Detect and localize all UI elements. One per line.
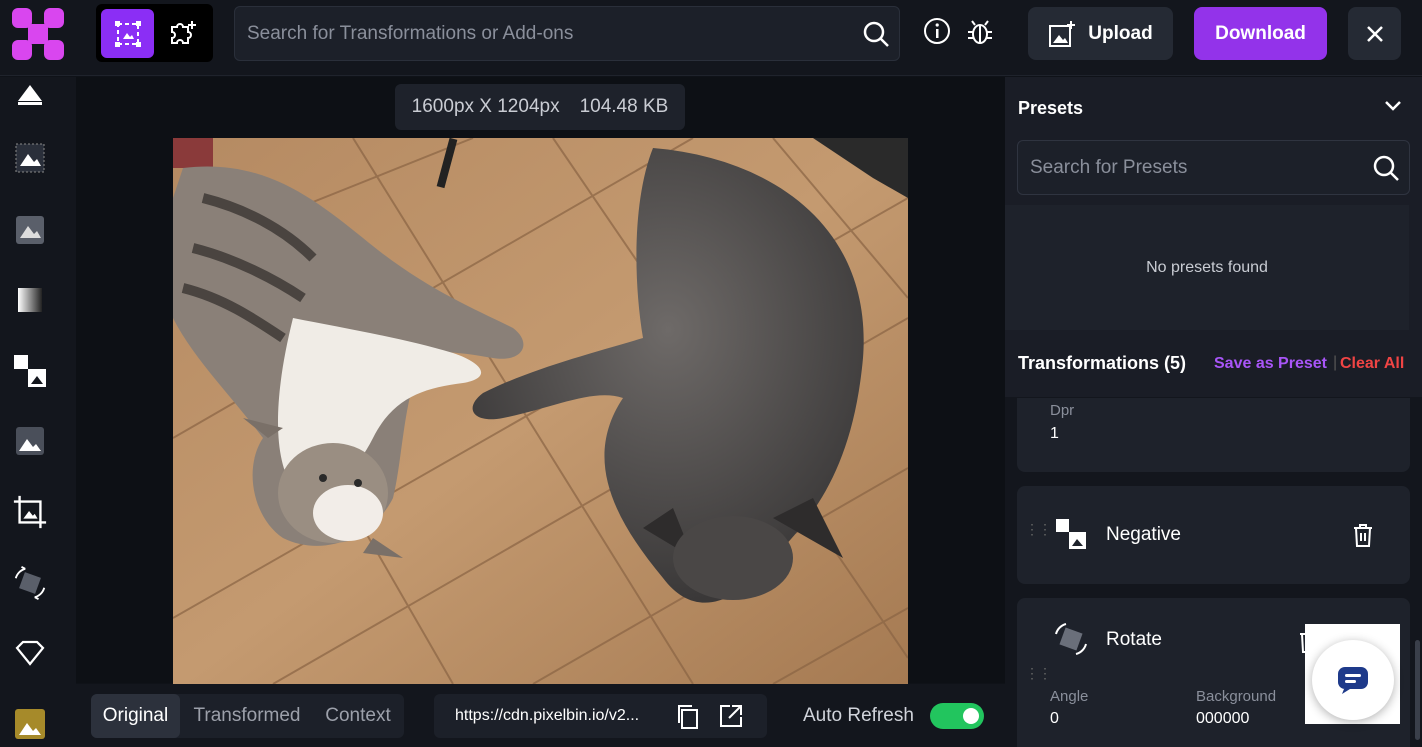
tool-blur[interactable] bbox=[12, 212, 48, 248]
save-as-preset-link[interactable]: Save as Preset bbox=[1214, 355, 1327, 373]
param-value: 1 bbox=[1050, 425, 1059, 442]
trash-icon[interactable] bbox=[1351, 522, 1375, 553]
tool-rotate[interactable] bbox=[12, 565, 48, 601]
upload-label: Upload bbox=[1088, 22, 1153, 44]
upload-button[interactable]: Upload bbox=[1028, 7, 1173, 60]
transformation-name: Rotate bbox=[1106, 629, 1162, 650]
negative-icon bbox=[1054, 517, 1088, 556]
download-label: Download bbox=[1215, 22, 1306, 44]
param-label-angle: Angle bbox=[1050, 688, 1089, 705]
download-button[interactable]: Download bbox=[1194, 7, 1327, 60]
image-filesize: 104.48 KB bbox=[579, 96, 669, 117]
clear-all-link[interactable]: Clear All bbox=[1340, 355, 1404, 373]
drag-handle-icon[interactable]: ⋮⋮ bbox=[1025, 666, 1052, 680]
url-box: https://cdn.pixelbin.io/v2... bbox=[434, 694, 767, 738]
transformations-title: Transformations (5) bbox=[1018, 353, 1187, 373]
image-url: https://cdn.pixelbin.io/v2... bbox=[455, 707, 640, 724]
preview-image[interactable] bbox=[172, 137, 909, 685]
transformation-card-negative[interactable]: ⋮⋮ Negative bbox=[1017, 486, 1410, 584]
auto-refresh-label: Auto Refresh bbox=[803, 705, 914, 726]
drag-handle-icon[interactable]: ⋮⋮ bbox=[1025, 522, 1052, 536]
tab-transformed[interactable]: Transformed bbox=[185, 694, 309, 738]
negative-icon bbox=[14, 355, 46, 387]
auto-refresh-toggle[interactable] bbox=[930, 703, 984, 729]
upload-image-icon bbox=[1049, 20, 1076, 47]
puzzle-plus-icon bbox=[170, 20, 196, 44]
chat-bubble-icon bbox=[1338, 667, 1368, 694]
param-label: Dpr bbox=[1050, 402, 1075, 419]
transformation-search bbox=[234, 6, 900, 61]
chat-button[interactable] bbox=[1312, 640, 1394, 720]
app-logo[interactable] bbox=[10, 6, 66, 62]
tool-gradient[interactable] bbox=[12, 282, 48, 318]
frame-image-icon bbox=[114, 20, 141, 47]
copy-icon[interactable] bbox=[675, 703, 701, 736]
diamond-icon bbox=[15, 640, 45, 666]
panel-scrollbar[interactable] bbox=[1415, 640, 1420, 740]
tool-image[interactable] bbox=[12, 423, 48, 459]
transformation-search-input[interactable] bbox=[247, 7, 847, 60]
chevron-down-icon[interactable] bbox=[1383, 98, 1403, 119]
addons-mode-button[interactable] bbox=[155, 9, 208, 58]
rotate-icon bbox=[14, 566, 46, 600]
tool-pixelate[interactable] bbox=[12, 140, 48, 176]
close-icon bbox=[1366, 25, 1383, 42]
search-icon[interactable] bbox=[861, 19, 891, 54]
tab-original[interactable]: Original bbox=[91, 694, 180, 738]
overlay-image-icon bbox=[15, 709, 45, 739]
transform-mode-button[interactable] bbox=[101, 9, 154, 58]
link-separator: | bbox=[1333, 354, 1338, 371]
toggle-knob bbox=[963, 708, 979, 724]
tab-context[interactable]: Context bbox=[315, 694, 401, 738]
close-button[interactable] bbox=[1348, 7, 1401, 60]
search-icon[interactable] bbox=[1371, 153, 1401, 188]
image-icon bbox=[16, 427, 44, 455]
preset-search bbox=[1017, 140, 1410, 195]
tool-negative[interactable] bbox=[12, 353, 48, 389]
presets-title: Presets bbox=[1018, 98, 1084, 118]
preset-search-input[interactable] bbox=[1030, 141, 1370, 194]
presets-empty-state: No presets found bbox=[1005, 205, 1409, 330]
info-icon[interactable] bbox=[922, 16, 952, 51]
open-external-icon[interactable] bbox=[718, 703, 744, 734]
blur-image-icon bbox=[16, 216, 44, 244]
tool-sharpen[interactable] bbox=[12, 75, 48, 111]
crop-icon bbox=[13, 495, 47, 529]
param-value-angle: 0 bbox=[1050, 710, 1059, 727]
image-dimensions: 1600px X 1204px bbox=[411, 96, 560, 117]
tool-watermark[interactable] bbox=[12, 635, 48, 671]
image-info-badge: 1600px X 1204px 104.48 KB bbox=[395, 84, 685, 130]
transformation-name: Negative bbox=[1106, 524, 1181, 545]
tool-overlay[interactable] bbox=[12, 706, 48, 742]
param-label-background: Background bbox=[1196, 688, 1277, 705]
pixelate-icon bbox=[15, 143, 45, 173]
bug-report-icon[interactable] bbox=[964, 16, 996, 53]
param-value-background: 000000 bbox=[1196, 710, 1250, 727]
rotate-icon bbox=[1052, 620, 1090, 663]
no-presets-text: No presets found bbox=[1146, 258, 1268, 276]
sharpen-icon bbox=[18, 85, 42, 105]
gradient-icon bbox=[18, 288, 42, 312]
view-mode-tabs: Original Transformed Context bbox=[91, 694, 404, 738]
mode-toggle-group bbox=[96, 4, 213, 62]
tool-crop[interactable] bbox=[12, 494, 48, 530]
